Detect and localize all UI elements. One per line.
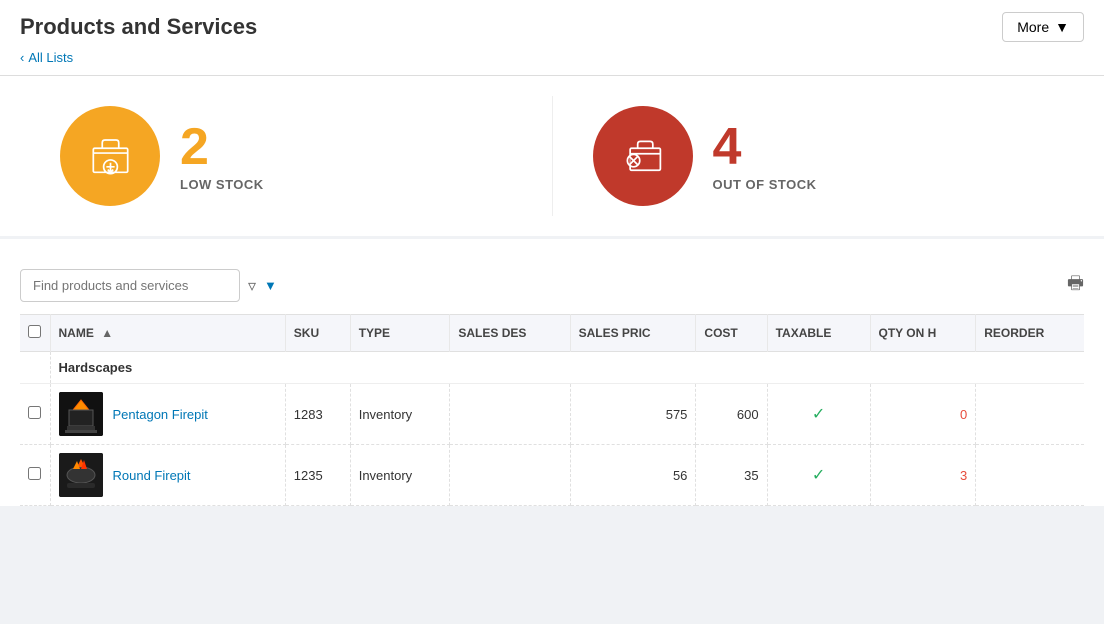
select-all-checkbox[interactable] [28, 325, 41, 338]
stats-section: 2 LOW STOCK 4 OUT OF STOCK [0, 76, 1104, 239]
out-of-stock-info: 4 OUT OF STOCK [713, 121, 817, 192]
cost-cell: 600 [696, 384, 767, 445]
qty-cell: 3 [870, 445, 976, 506]
reorder-cell [976, 384, 1084, 445]
col-sku[interactable]: SKU [285, 315, 350, 352]
low-stock-circle [60, 106, 160, 206]
qty-cell: 0 [870, 384, 976, 445]
col-reorder[interactable]: REORDER [976, 315, 1084, 352]
out-of-stock-label: OUT OF STOCK [713, 177, 817, 192]
out-of-stock-circle [593, 106, 693, 206]
search-input[interactable] [20, 269, 240, 302]
out-of-stock-icon [615, 129, 670, 184]
product-thumb [59, 453, 103, 497]
toolbar: ▿ ▼ 🖶 [20, 259, 1084, 302]
product-name[interactable]: Pentagon Firepit [113, 407, 208, 422]
more-button[interactable]: More ▼ [1002, 12, 1084, 42]
select-all-header[interactable] [20, 315, 50, 352]
product-thumb [59, 392, 103, 436]
filter-icon[interactable]: ▿ [248, 276, 256, 296]
table-row: Round Firepit 1235 Inventory 56 35 ✓ 3 [20, 445, 1084, 506]
sales-price-cell: 56 [570, 445, 696, 506]
all-lists-link[interactable]: ‹ All Lists [20, 50, 1084, 75]
sku-cell: 1235 [285, 445, 350, 506]
chevron-down-icon: ▼ [1055, 19, 1069, 35]
low-stock-info: 2 LOW STOCK [180, 121, 264, 192]
sales-des-cell [450, 445, 570, 506]
sales-des-cell [450, 384, 570, 445]
col-taxable[interactable]: TAXABLE [767, 315, 870, 352]
products-table: NAME ▲ SKU TYPE SALES DES SALES PRIC COS… [20, 314, 1084, 506]
low-stock-number: 2 [180, 121, 264, 173]
group-hardscapes: Hardscapes [20, 352, 1084, 384]
print-icon[interactable]: 🖶 [1067, 271, 1084, 301]
out-of-stock-number: 4 [713, 121, 817, 173]
table-row: Pentagon Firepit 1283 Inventory 575 600 … [20, 384, 1084, 445]
out-of-stock-card[interactable]: 4 OUT OF STOCK [553, 96, 1085, 216]
page-title: Products and Services [20, 14, 257, 40]
product-name[interactable]: Round Firepit [113, 468, 191, 483]
col-name[interactable]: NAME ▲ [50, 315, 285, 352]
col-sales-des[interactable]: SALES DES [450, 315, 570, 352]
sku-cell: 1283 [285, 384, 350, 445]
col-qty[interactable]: QTY ON H [870, 315, 976, 352]
low-stock-label: LOW STOCK [180, 177, 264, 192]
chevron-left-icon: ‹ [20, 50, 24, 65]
reorder-cell [976, 445, 1084, 506]
row-checkbox-cell[interactable] [20, 445, 50, 506]
list-section: ▿ ▼ 🖶 NAME ▲ SKU TYPE SALES DES SALES PR… [0, 239, 1104, 506]
col-cost[interactable]: COST [696, 315, 767, 352]
low-stock-card[interactable]: 2 LOW STOCK [20, 96, 553, 216]
col-sales-price[interactable]: SALES PRIC [570, 315, 696, 352]
low-stock-icon [83, 129, 138, 184]
product-name-cell: Round Firepit [50, 445, 285, 506]
type-cell: Inventory [350, 384, 450, 445]
row-checkbox[interactable] [28, 467, 41, 480]
filter-dropdown-arrow[interactable]: ▼ [264, 278, 277, 293]
taxable-checkmark: ✓ [812, 406, 825, 423]
product-name-cell: Pentagon Firepit [50, 384, 285, 445]
taxable-checkmark: ✓ [812, 467, 825, 484]
cost-cell: 35 [696, 445, 767, 506]
sort-arrow-name: ▲ [101, 326, 113, 340]
row-checkbox[interactable] [28, 406, 41, 419]
taxable-cell: ✓ [767, 445, 870, 506]
col-type[interactable]: TYPE [350, 315, 450, 352]
taxable-cell: ✓ [767, 384, 870, 445]
sales-price-cell: 575 [570, 384, 696, 445]
type-cell: Inventory [350, 445, 450, 506]
page-header: Products and Services More ▼ ‹ All Lists [0, 0, 1104, 76]
row-checkbox-cell[interactable] [20, 384, 50, 445]
